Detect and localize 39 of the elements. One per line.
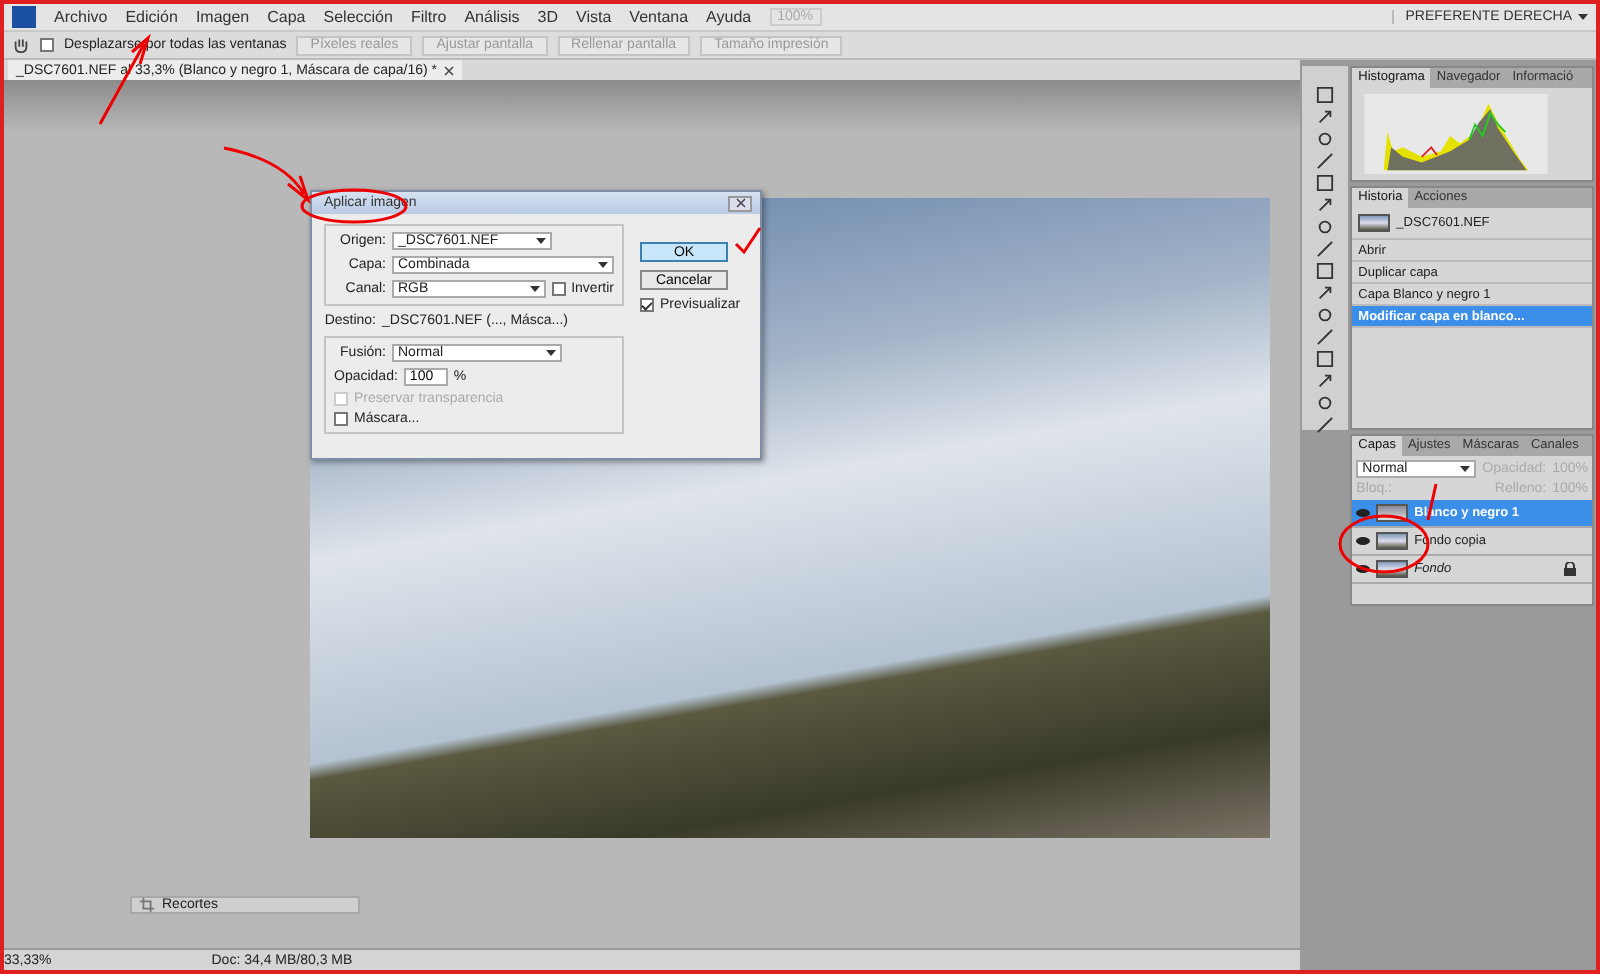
checkbox[interactable]: [40, 38, 54, 52]
menu-item[interactable]: Capa: [267, 8, 306, 26]
annotation-arrow: [222, 146, 310, 202]
menu-item[interactable]: Ventana: [629, 8, 689, 26]
tool-icon[interactable]: [1316, 108, 1335, 126]
caret-icon: [1578, 14, 1588, 20]
eye-icon[interactable]: [1356, 536, 1371, 546]
caret-icon: [529, 286, 540, 292]
menu-item[interactable]: Selección: [323, 8, 393, 26]
checkbox[interactable]: [334, 412, 348, 426]
close-button[interactable]: [728, 195, 752, 211]
checkbox[interactable]: [640, 298, 654, 312]
menu-item[interactable]: Filtro: [410, 8, 447, 26]
lock-icon: [1564, 562, 1576, 576]
menu-item[interactable]: Vista: [576, 8, 612, 26]
menu-item[interactable]: Imagen: [195, 8, 250, 26]
eye-icon[interactable]: [1356, 564, 1371, 574]
menu-item[interactable]: Archivo: [54, 8, 108, 26]
caret-icon: [536, 238, 546, 244]
menu-item[interactable]: Ayuda: [706, 8, 752, 26]
close-icon: [735, 198, 745, 208]
hand-icon[interactable]: [12, 36, 30, 54]
caret-icon: [546, 350, 556, 356]
tool-icon[interactable]: [1316, 196, 1335, 214]
eye-icon[interactable]: [1356, 508, 1371, 518]
tool-icon[interactable]: [1316, 284, 1335, 302]
menu-item[interactable]: Edición: [125, 8, 178, 26]
annotation-checkmark: [734, 227, 762, 255]
tool-icon[interactable]: [1316, 86, 1335, 104]
caret-icon: [1460, 466, 1471, 472]
menu-item[interactable]: Análisis: [464, 8, 520, 26]
crop-icon: [138, 896, 156, 914]
app-logo-icon: [12, 6, 36, 28]
menu-item[interactable]: 3D: [537, 8, 559, 26]
tool-icon[interactable]: [1316, 372, 1335, 390]
close-icon: [443, 65, 454, 75]
checkbox[interactable]: [551, 282, 566, 296]
caret-icon: [598, 262, 608, 268]
layer-thumbnail: [1376, 532, 1409, 550]
